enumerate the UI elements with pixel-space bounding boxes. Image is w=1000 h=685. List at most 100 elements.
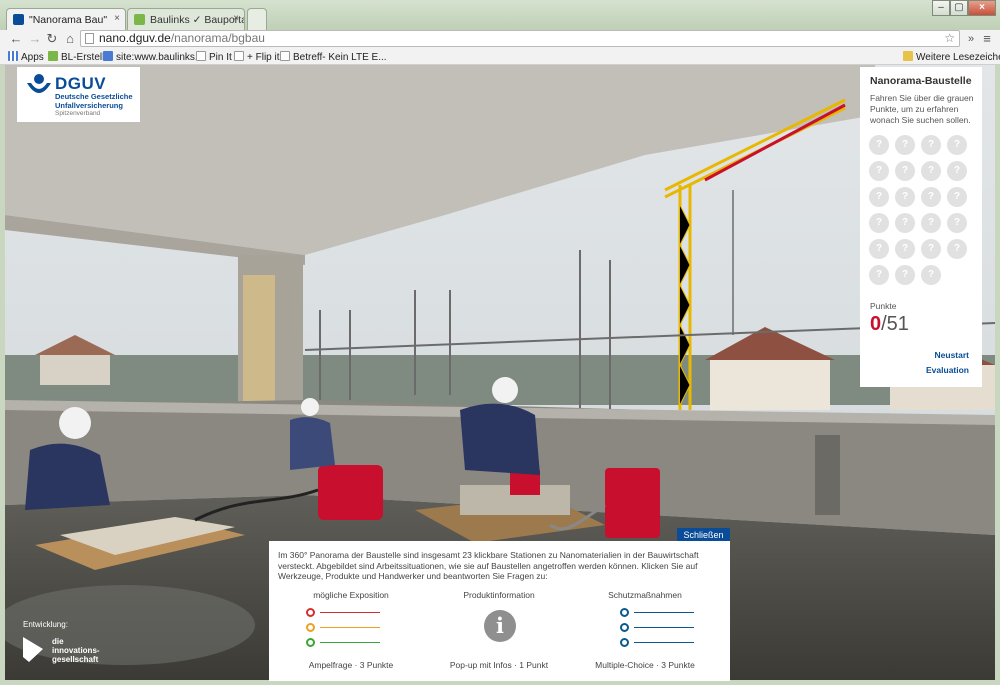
info-icon: i — [484, 610, 516, 642]
station-marker[interactable]: ? — [869, 239, 889, 259]
baulinks-favicon — [134, 14, 145, 25]
tab-close-icon[interactable]: × — [233, 13, 239, 24]
bookmark-betreff[interactable]: Betreff- Kein LTE E... — [280, 51, 387, 63]
bookmark-site-search[interactable]: site:www.baulinks.... — [103, 51, 206, 63]
apps-grid-icon — [8, 51, 18, 61]
minimize-button[interactable]: – — [932, 0, 950, 16]
tab-title: Baulinks ✓ Bauportal fü — [150, 14, 245, 26]
maximize-button[interactable]: ▢ — [950, 0, 968, 16]
station-marker[interactable]: ? — [921, 239, 941, 259]
station-marker[interactable]: ? — [921, 187, 941, 207]
extensions-chevron-icon[interactable]: » — [963, 31, 979, 47]
bookmark-apps[interactable]: Apps — [8, 51, 44, 63]
bookmark-label: Betreff- Kein LTE E... — [293, 52, 387, 63]
evaluation-link[interactable]: Evaluation — [926, 365, 969, 375]
station-marker[interactable]: ? — [921, 135, 941, 155]
close-button[interactable]: Schließen — [677, 528, 730, 542]
points-total: /51 — [881, 313, 909, 335]
station-marker[interactable]: ? — [921, 213, 941, 233]
restart-link[interactable]: Neustart — [935, 350, 969, 360]
station-marker[interactable]: ? — [869, 161, 889, 181]
station-marker[interactable]: ? — [869, 265, 889, 285]
credit-label: Entwicklung: — [23, 620, 68, 629]
logo-fullname: Deutsche Gesetzliche Unfallversicherung — [55, 92, 133, 110]
window-frame — [995, 65, 1000, 685]
credit-name-line: innovations- — [52, 646, 100, 655]
intro-infobox: Im 360° Panorama der Baustelle sind insg… — [269, 541, 730, 681]
legend-line — [320, 627, 380, 628]
station-marker[interactable]: ? — [947, 239, 967, 259]
other-bookmarks[interactable]: Weitere Lesezeichen — [903, 51, 1000, 63]
tab-baulinks[interactable]: Baulinks ✓ Bauportal fü × — [127, 8, 245, 30]
credit-name[interactable]: die innovations- gesellschaft — [52, 637, 100, 664]
back-arrow-icon[interactable]: ← — [8, 31, 24, 47]
points-current: 0 — [870, 313, 882, 335]
logo-name: DGUV — [55, 74, 107, 93]
column-footer: Multiple-Choice · 3 Punkte — [595, 660, 695, 670]
page-icon — [85, 33, 94, 44]
browser-titlebar: "Nanorama Bau" × Baulinks ✓ Bauportal fü… — [0, 0, 1000, 30]
legend-circle-icon — [306, 638, 315, 647]
dguv-logo[interactable]: DGUV Deutsche Gesetzliche Unfallversiche… — [17, 67, 140, 122]
station-marker[interactable]: ? — [947, 161, 967, 181]
home-icon[interactable]: ⌂ — [62, 31, 78, 47]
innovationsgesellschaft-logo-icon — [23, 637, 43, 662]
column-title: Schutzmaßnahmen — [608, 590, 682, 600]
page-icon — [280, 51, 290, 61]
logo-sub: Spitzenverband — [55, 110, 101, 117]
window-close-button[interactable]: × — [968, 0, 996, 16]
tab-close-icon[interactable]: × — [114, 13, 120, 24]
station-marker[interactable]: ? — [947, 135, 967, 155]
panel-title: Nanorama-Baustelle — [870, 75, 972, 87]
station-marker[interactable]: ? — [869, 135, 889, 155]
legend-circle-icon — [620, 623, 629, 632]
station-marker[interactable]: ? — [895, 135, 915, 155]
station-marker[interactable]: ? — [895, 161, 915, 181]
logo-line: Unfallversicherung — [55, 100, 123, 110]
tab-nanorama[interactable]: "Nanorama Bau" × — [6, 8, 126, 30]
station-marker[interactable]: ? — [947, 187, 967, 207]
station-marker[interactable]: ? — [895, 187, 915, 207]
forward-arrow-icon[interactable]: → — [27, 31, 43, 47]
column-title: mögliche Exposition — [313, 590, 389, 600]
menu-icon[interactable]: ≡ — [979, 31, 995, 47]
legend-circle-icon — [306, 623, 315, 632]
station-marker[interactable]: ? — [895, 213, 915, 233]
station-marker[interactable]: ? — [947, 213, 967, 233]
station-marker[interactable]: ? — [869, 187, 889, 207]
other-bookmarks-label: Weitere Lesezeichen — [916, 52, 1000, 63]
station-marker[interactable]: ? — [869, 213, 889, 233]
bookmark-label: site:www.baulinks.... — [116, 52, 207, 63]
column-footer: Ampelfrage · 3 Punkte — [308, 660, 394, 670]
bookmark-label: + Flip it — [247, 52, 280, 63]
new-tab-button[interactable] — [247, 8, 267, 30]
folder-icon — [903, 51, 913, 61]
station-marker[interactable]: ? — [921, 161, 941, 181]
legend-circle-icon — [620, 638, 629, 647]
dguv-emblem-icon — [27, 74, 51, 93]
credit-name-line: die — [52, 637, 64, 646]
bookmark-pin-it[interactable]: Pin It — [196, 51, 232, 63]
points-score: 0/51 — [870, 313, 909, 336]
page-icon — [196, 51, 206, 61]
panel-description: Fahren Sie über die grauen Punkte, um zu… — [870, 93, 974, 125]
legend-circle-icon — [306, 608, 315, 617]
url-path: /nanorama/bgbau — [170, 31, 265, 45]
bookmark-flip-it[interactable]: + Flip it — [234, 51, 280, 63]
bookmarks-bar: Apps BL-Erstell. site:www.baulinks.... P… — [0, 48, 1000, 65]
column-title: Produktinformation — [463, 590, 535, 600]
station-marker[interactable]: ? — [895, 239, 915, 259]
tab-title: "Nanorama Bau" — [29, 14, 108, 26]
address-bar[interactable]: nano.dguv.de/nanorama/bgbau ☆ — [80, 30, 960, 47]
station-marker[interactable]: ? — [895, 265, 915, 285]
nanorama-panel: Nanorama-Baustelle Fahren Sie über die g… — [860, 67, 982, 387]
google-icon — [103, 51, 113, 61]
station-marker[interactable]: ? — [921, 265, 941, 285]
bookmark-star-icon[interactable]: ☆ — [944, 31, 955, 46]
points-label: Punkte — [870, 301, 897, 311]
reload-icon[interactable]: ↻ — [44, 31, 60, 47]
bookmark-label: Apps — [21, 52, 44, 63]
legend-line — [320, 642, 380, 643]
bookmark-bl-erstell[interactable]: BL-Erstell. — [48, 51, 107, 63]
legend-line — [634, 612, 694, 613]
